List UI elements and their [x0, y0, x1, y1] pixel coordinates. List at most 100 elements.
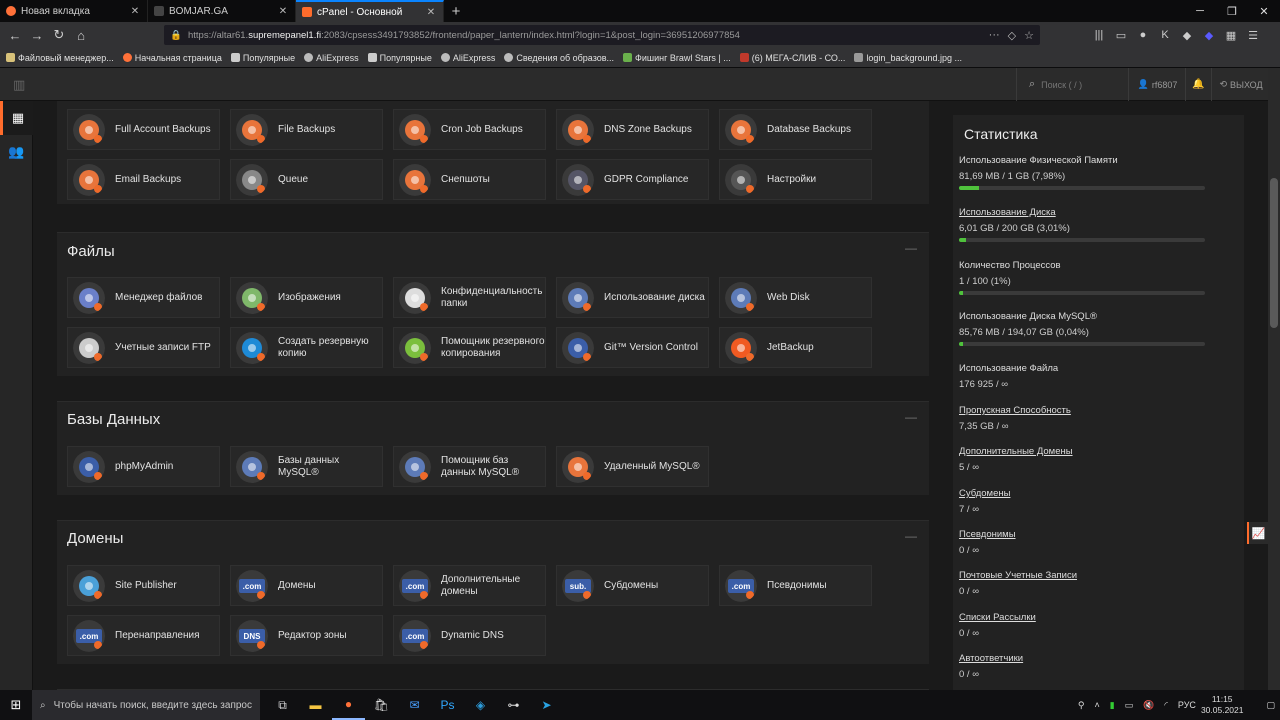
- tab-new-tab[interactable]: Новая вкладка ✕: [0, 0, 148, 22]
- close-window-icon[interactable]: ✕: [1248, 0, 1280, 22]
- bookmark-item[interactable]: Фишинг Brawl Stars | ...: [623, 53, 731, 63]
- bookmark-item[interactable]: Начальная страница: [122, 53, 222, 63]
- chevron-up-icon[interactable]: ˄: [1094, 700, 1099, 710]
- stat-label[interactable]: Субдомены: [959, 488, 1209, 499]
- app-tile[interactable]: Web Disk: [719, 277, 872, 318]
- new-tab-button[interactable]: +: [444, 0, 468, 22]
- bookmark-item[interactable]: AliExpress: [304, 53, 359, 63]
- scrollbar-thumb[interactable]: [1270, 178, 1278, 328]
- cpanel-logo-icon[interactable]: ▥: [13, 77, 25, 93]
- stat-label[interactable]: Автоответчики: [959, 653, 1209, 664]
- app-tile[interactable]: phpMyAdmin: [67, 446, 220, 487]
- app-tile[interactable]: Site Publisher: [67, 565, 220, 606]
- app-tile[interactable]: Cron Job Backups: [393, 109, 546, 150]
- bookmark-star-icon[interactable]: ☆: [1024, 29, 1034, 42]
- telegram-icon[interactable]: ➤: [530, 690, 563, 720]
- vscode-icon[interactable]: ◈: [464, 690, 497, 720]
- app-tile[interactable]: .com Домены: [230, 565, 383, 606]
- app-tile[interactable]: sub. Субдомены: [556, 565, 709, 606]
- app-tile[interactable]: Изображения: [230, 277, 383, 318]
- page-actions-icon[interactable]: ···: [989, 29, 1000, 41]
- network-app-icon[interactable]: ⊶: [497, 690, 530, 720]
- app-tile[interactable]: File Backups: [230, 109, 383, 150]
- stat-label[interactable]: Дополнительные Домены: [959, 446, 1209, 457]
- tab-cpanel[interactable]: cPanel - Основной ✕: [296, 0, 444, 22]
- app-tile[interactable]: GDPR Compliance: [556, 159, 709, 200]
- app-tile[interactable]: .com Dynamic DNS: [393, 615, 546, 656]
- photoshop-icon[interactable]: Ps: [431, 690, 464, 720]
- close-icon[interactable]: ✕: [129, 6, 141, 17]
- back-icon[interactable]: ←: [4, 24, 26, 46]
- app-tile[interactable]: Базы данных MySQL®: [230, 446, 383, 487]
- app-tile[interactable]: Менеджер файлов: [67, 277, 220, 318]
- notifications-icon[interactable]: ▢: [1266, 700, 1275, 711]
- wifi-icon[interactable]: ◜: [1164, 700, 1168, 711]
- language-indicator[interactable]: РУС: [1178, 700, 1196, 710]
- stat-label[interactable]: Пропускная Способность: [959, 405, 1209, 416]
- bookmark-item[interactable]: (6) МЕГА-СЛИВ - СО...: [739, 53, 845, 63]
- search-box[interactable]: ⌕: [1016, 68, 1129, 101]
- users-icon[interactable]: 👥: [0, 135, 33, 169]
- stat-label[interactable]: Псевдонимы: [959, 529, 1209, 540]
- battery-icon[interactable]: ▮: [1110, 700, 1115, 711]
- library-icon[interactable]: |||: [1089, 25, 1109, 45]
- address-bar[interactable]: 🔒 https://altar61.supremepanel1.fi:2083/…: [164, 25, 1040, 45]
- windows-start-icon[interactable]: ⊞: [0, 690, 32, 720]
- collapse-icon[interactable]: —: [905, 410, 917, 424]
- taskbar-search[interactable]: ⌕ Чтобы начать поиск, введите здесь запр…: [32, 690, 260, 720]
- app-tile[interactable]: Использование диска: [556, 277, 709, 318]
- collapse-icon[interactable]: —: [905, 529, 917, 543]
- app-tile[interactable]: Удаленный MySQL®: [556, 446, 709, 487]
- search-input[interactable]: [1041, 79, 1112, 90]
- minimize-icon[interactable]: ─: [1184, 0, 1216, 22]
- restore-icon[interactable]: ❐: [1216, 0, 1248, 22]
- app-tile[interactable]: .com Перенаправления: [67, 615, 220, 656]
- app-tile[interactable]: Queue: [230, 159, 383, 200]
- task-view-icon[interactable]: ⧉: [266, 690, 299, 720]
- app-tile[interactable]: DNS Zone Backups: [556, 109, 709, 150]
- home-icon[interactable]: ⌂: [70, 24, 92, 46]
- collapse-icon[interactable]: —: [905, 241, 917, 255]
- extension-k-icon[interactable]: K: [1155, 25, 1175, 45]
- home-grid-icon[interactable]: ▦: [0, 101, 33, 135]
- app-tile[interactable]: Git™ Version Control: [556, 327, 709, 368]
- app-tile[interactable]: Снепшоты: [393, 159, 546, 200]
- app-tile[interactable]: Помощник баз данных MySQL®: [393, 446, 546, 487]
- notifications-bell-icon[interactable]: 🔔: [1186, 68, 1212, 101]
- extension-grid-icon[interactable]: ▦: [1221, 25, 1241, 45]
- bookmark-item[interactable]: Файловый менеджер...: [6, 53, 114, 63]
- extension-shield-icon[interactable]: ◆: [1177, 25, 1197, 45]
- bookmark-item[interactable]: login_background.jpg ...: [854, 53, 962, 63]
- app-tile[interactable]: Учетные записи FTP: [67, 327, 220, 368]
- app-tile[interactable]: JetBackup: [719, 327, 872, 368]
- app-tile[interactable]: Создать резервную копию: [230, 327, 383, 368]
- app-tile[interactable]: Email Backups: [67, 159, 220, 200]
- user-menu[interactable]: 👤 rf6807: [1130, 68, 1186, 101]
- app-tile[interactable]: Full Account Backups: [67, 109, 220, 150]
- reload-icon[interactable]: ↻: [48, 24, 70, 46]
- clock[interactable]: 11:15 30.05.2021: [1201, 694, 1244, 716]
- stat-label[interactable]: Использование Диска: [959, 207, 1209, 218]
- app-tile[interactable]: .com Псевдонимы: [719, 565, 872, 606]
- firefox-icon[interactable]: ●: [332, 690, 365, 720]
- chart-toggle-icon[interactable]: 📈: [1247, 522, 1268, 544]
- bookmark-item[interactable]: AliExpress: [440, 53, 495, 63]
- bookmark-item[interactable]: Популярные: [230, 53, 295, 63]
- app-tile[interactable]: Конфиденциальность папки: [393, 277, 546, 318]
- close-icon[interactable]: ✕: [425, 7, 437, 18]
- volume-icon[interactable]: 🔇: [1143, 700, 1154, 711]
- logout-button[interactable]: ⟲ ВЫХОД: [1212, 68, 1270, 101]
- bookmark-item[interactable]: Популярные: [367, 53, 432, 63]
- app-tile[interactable]: DNS Редактор зоны: [230, 615, 383, 656]
- pocket-icon[interactable]: ◇: [1008, 29, 1016, 42]
- account-icon[interactable]: ●: [1133, 25, 1153, 45]
- close-icon[interactable]: ✕: [277, 6, 289, 17]
- person-icon[interactable]: ⚲: [1078, 700, 1085, 711]
- network-icon[interactable]: ▭: [1125, 700, 1134, 711]
- sidebar-icon[interactable]: ▭: [1111, 25, 1131, 45]
- stat-label[interactable]: Списки Рассылки: [959, 612, 1209, 623]
- app-tile[interactable]: Помощник резервного копирования: [393, 327, 546, 368]
- mail-icon[interactable]: ✉: [398, 690, 431, 720]
- tab-bomjar[interactable]: BOMJAR.GA ✕: [148, 0, 296, 22]
- bookmark-item[interactable]: Сведения об образов...: [504, 53, 614, 63]
